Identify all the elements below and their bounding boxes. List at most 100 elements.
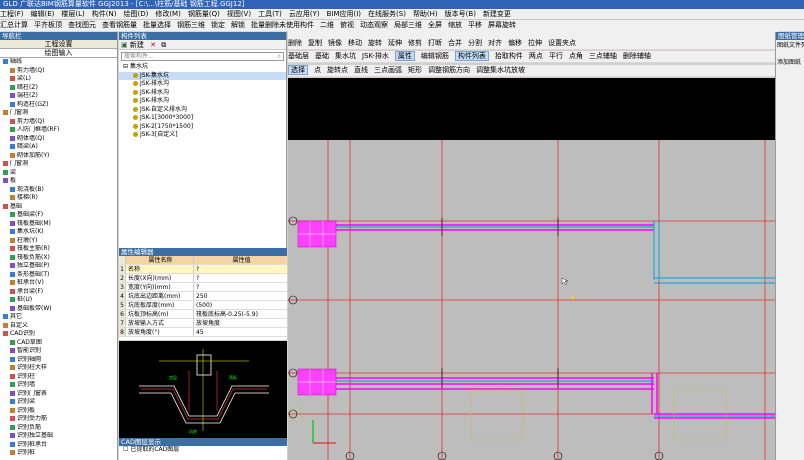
- nav-item[interactable]: 识别板: [0, 407, 117, 416]
- nav-item[interactable]: 板: [0, 177, 117, 186]
- nav-item[interactable]: 识别独立基础: [0, 432, 117, 441]
- nav-item[interactable]: 智能识别: [0, 347, 117, 356]
- edit-button[interactable]: 分割: [468, 39, 482, 47]
- component-tool[interactable]: 基础: [315, 52, 329, 60]
- tab-project-settings[interactable]: 工程设置: [0, 40, 117, 49]
- menu-item[interactable]: 版本号(B): [445, 10, 476, 18]
- menu-item[interactable]: 视图(V): [227, 10, 251, 18]
- new-button[interactable]: 新建: [130, 41, 144, 49]
- search-icon[interactable]: ⌕: [278, 53, 281, 61]
- toolbar-button[interactable]: 解锁: [231, 21, 245, 29]
- nav-item[interactable]: 识别门窗表: [0, 390, 117, 399]
- toolbar-button[interactable]: 平齐板顶: [34, 21, 62, 29]
- nav-item[interactable]: 剪力墙(Q): [0, 67, 117, 76]
- property-value[interactable]: 45: [194, 328, 287, 336]
- nav-item[interactable]: 筏板基础(M): [0, 220, 117, 229]
- property-value[interactable]: 筏板底标高-0.25(-5.9): [194, 310, 287, 318]
- component-tool[interactable]: 集水坑: [335, 52, 356, 60]
- tree-root[interactable]: 集水坑: [130, 63, 148, 70]
- nav-item[interactable]: 筏板负筋(X): [0, 254, 117, 263]
- nav-item[interactable]: 识别负筋: [0, 424, 117, 433]
- toolbar-button[interactable]: 查找图元: [68, 21, 96, 29]
- nav-item[interactable]: 梁: [0, 169, 117, 178]
- nav-item[interactable]: 识别受力筋: [0, 415, 117, 424]
- nav-item[interactable]: 识别桩: [0, 449, 117, 458]
- toolbar-button[interactable]: 平移: [468, 21, 482, 29]
- nav-item[interactable]: 识别轴网: [0, 356, 117, 365]
- toolbar-button[interactable]: 锁定: [211, 21, 225, 29]
- nav-item[interactable]: 基础板带(W): [0, 305, 117, 314]
- nav-item[interactable]: 端柱(Z): [0, 92, 117, 101]
- nav-item[interactable]: 集水坑(K): [0, 228, 117, 237]
- toolbar-button[interactable]: 汇总计算: [0, 21, 28, 29]
- component-tool[interactable]: 构件列表: [454, 51, 489, 61]
- edit-button[interactable]: 旋转: [368, 39, 382, 47]
- component-item[interactable]: JSK-集水坑: [119, 71, 286, 80]
- component-item[interactable]: JSK-排水沟: [119, 97, 286, 106]
- nav-item[interactable]: 柱墩(Y): [0, 237, 117, 246]
- edit-button[interactable]: 镜像: [328, 39, 342, 47]
- edit-button[interactable]: 复制: [308, 39, 322, 47]
- nav-item[interactable]: 门窗洞: [0, 109, 117, 118]
- nav-item[interactable]: 暗柱(Z): [0, 84, 117, 93]
- toolbar-button[interactable]: 俯视: [340, 21, 354, 29]
- toolbar-button[interactable]: 钢筋三维: [177, 21, 205, 29]
- component-tool[interactable]: 平行: [549, 52, 563, 60]
- toolbar-button[interactable]: 全屏: [428, 21, 442, 29]
- menu-item[interactable]: 在线服务(S): [368, 10, 406, 18]
- draw-tool[interactable]: 选择: [288, 65, 308, 75]
- component-tool[interactable]: 编辑钢筋: [421, 52, 449, 60]
- property-value[interactable]: 放坡角度: [194, 319, 287, 327]
- nav-item[interactable]: 桩(U): [0, 296, 117, 305]
- nav-item[interactable]: CAD草图: [0, 339, 117, 348]
- menu-item[interactable]: 构件(N): [92, 10, 117, 18]
- cad-layer-extracted[interactable]: 已提取的CAD图层: [130, 446, 179, 453]
- property-row[interactable]: 3 宽度(Y向)(mm)?: [119, 283, 287, 292]
- draw-tool[interactable]: 三点画弧: [374, 66, 402, 74]
- nav-item[interactable]: 独立基础(P): [0, 262, 117, 271]
- edit-button[interactable]: 设置夹点: [548, 39, 576, 47]
- component-tool[interactable]: 点角: [569, 52, 583, 60]
- nav-item[interactable]: 条形基础(T): [0, 271, 117, 280]
- property-row[interactable]: 5 坑底板厚度(mm) (500): [119, 301, 287, 310]
- edit-button[interactable]: 延伸: [388, 39, 402, 47]
- nav-item[interactable]: 构造柱(GZ): [0, 101, 117, 110]
- menu-item[interactable]: 楼层(L): [61, 10, 84, 18]
- toolbar-button[interactable]: 屏幕旋转: [488, 21, 516, 29]
- nav-item[interactable]: 桩承台(V): [0, 279, 117, 288]
- menu-item[interactable]: 修改(M): [155, 10, 181, 18]
- component-item[interactable]: JSK-自定义排水沟: [119, 106, 286, 115]
- property-value[interactable]: ?: [194, 274, 287, 282]
- edit-button[interactable]: 删除: [288, 39, 302, 47]
- edit-button[interactable]: 修剪: [408, 39, 422, 47]
- toolbar-button[interactable]: 局部三维: [394, 21, 422, 29]
- nav-item[interactable]: 基础梁(F): [0, 211, 117, 220]
- menu-item[interactable]: 工程(F): [0, 10, 24, 18]
- menu-item[interactable]: BIM应用(I): [327, 10, 361, 18]
- nav-item[interactable]: 现浇板(B): [0, 186, 117, 195]
- plan-drawing[interactable]: [288, 78, 775, 460]
- tree-expand-icon[interactable]: ⊟: [123, 63, 128, 70]
- nav-item[interactable]: 识别墙: [0, 381, 117, 390]
- menu-item[interactable]: 工具(T): [258, 10, 282, 18]
- nav-item[interactable]: 自定义: [0, 322, 117, 331]
- draw-tool[interactable]: 调整钢筋方向: [428, 66, 470, 74]
- component-tool[interactable]: JSK-排水: [362, 52, 389, 60]
- property-row[interactable]: 1 名称?: [119, 265, 287, 274]
- nav-item[interactable]: 梁(L): [0, 75, 117, 84]
- edit-button[interactable]: 合并: [448, 39, 462, 47]
- component-tool[interactable]: 属性: [394, 51, 415, 61]
- property-row[interactable]: 8 放坡角度(°) 45: [119, 328, 287, 337]
- tab-drawing-input[interactable]: 绘图输入: [0, 49, 117, 58]
- nav-item[interactable]: 其它: [0, 313, 117, 322]
- component-item[interactable]: JSK-排水沟: [119, 89, 286, 98]
- property-value[interactable]: ?: [194, 265, 287, 273]
- toolbar-button[interactable]: 批量删除未使用构件: [251, 21, 314, 29]
- component-item[interactable]: JSK-排水沟: [119, 80, 286, 89]
- nav-item[interactable]: CAD识别: [0, 330, 117, 339]
- property-value[interactable]: 250: [194, 292, 287, 300]
- component-item[interactable]: JSK-1[3000*3000]: [119, 114, 286, 123]
- draw-tool[interactable]: 矩形: [408, 66, 422, 74]
- component-tool[interactable]: 基础层: [288, 52, 309, 60]
- delete-icon[interactable]: ✕: [150, 41, 156, 49]
